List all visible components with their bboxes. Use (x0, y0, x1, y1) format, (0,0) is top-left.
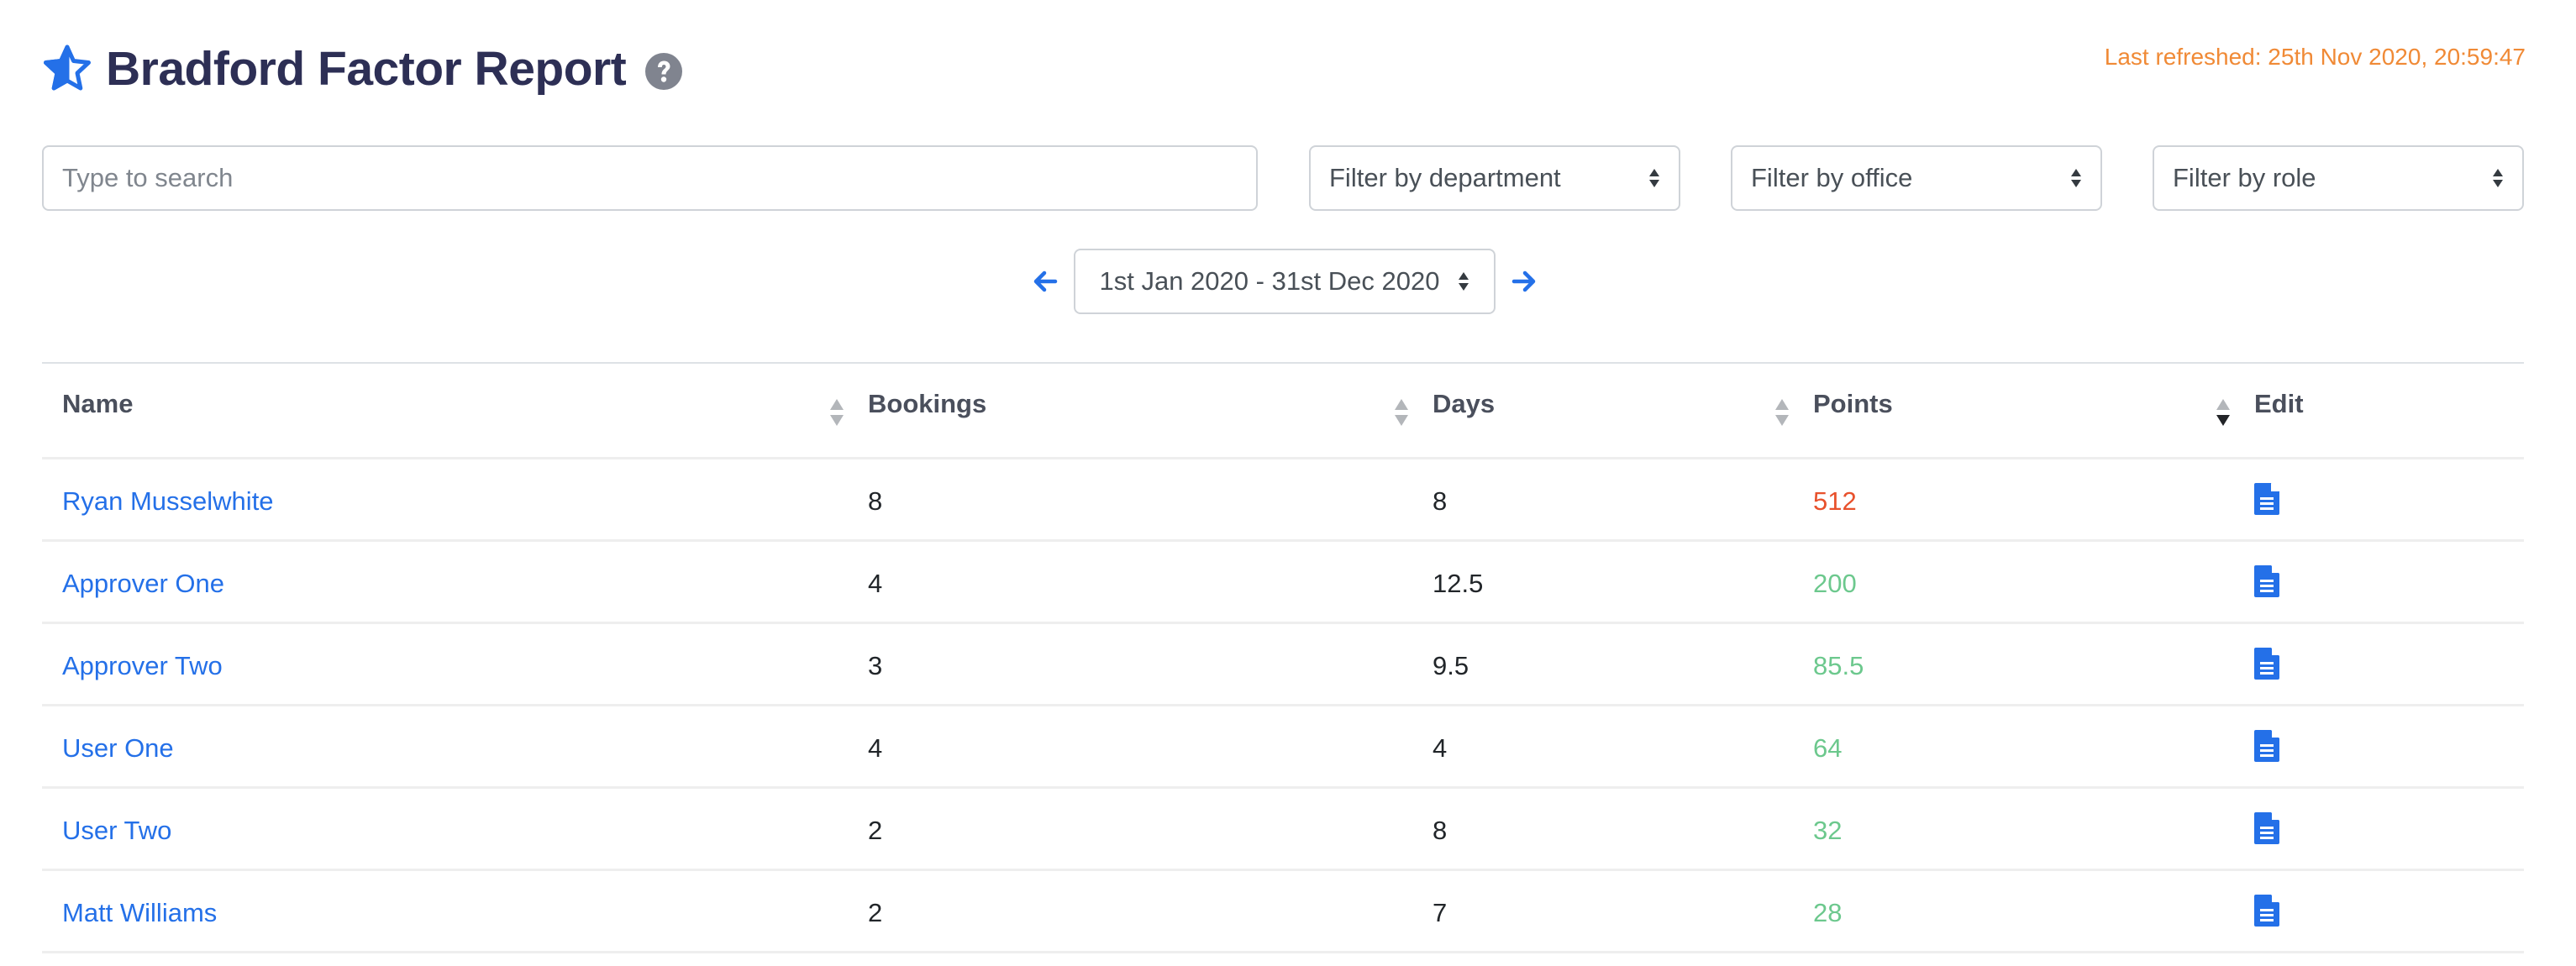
days-value: 8 (1433, 486, 1448, 516)
points-value: 28 (1813, 898, 1843, 927)
file-text-icon[interactable] (2254, 812, 2279, 844)
employee-name-link[interactable]: Approver One (62, 569, 224, 599)
file-text-icon[interactable] (2254, 730, 2279, 762)
star-half-icon (44, 45, 91, 91)
sort-icon[interactable] (1774, 397, 1790, 428)
file-text-icon[interactable] (2254, 483, 2279, 515)
sort-icon[interactable] (1393, 397, 1410, 428)
office-filter-label: Filter by office (1751, 163, 1913, 192)
table-row: Ryan Musselwhite 8 8 512 (42, 459, 2524, 542)
sort-updown-icon (1649, 169, 1659, 187)
bookings-value: 8 (868, 486, 883, 516)
question-circle-icon[interactable] (644, 52, 683, 91)
table-header: Name Bookings Days Points Edit (42, 362, 2524, 459)
department-filter-select[interactable]: Filter by department (1309, 145, 1680, 211)
file-text-icon[interactable] (2254, 565, 2279, 597)
points-value: 32 (1813, 816, 1843, 845)
days-value: 7 (1433, 898, 1448, 927)
employee-name-link[interactable]: User Two (62, 816, 171, 846)
points-value: 200 (1813, 569, 1857, 598)
days-value: 4 (1433, 733, 1448, 763)
sort-icon[interactable] (828, 397, 845, 428)
table-row: Approver One 4 12.5 200 (42, 542, 2524, 624)
bookings-value: 4 (868, 569, 883, 598)
date-range-select[interactable]: 1st Jan 2020 - 31st Dec 2020 (1074, 249, 1496, 314)
table-row: Approver Two 3 9.5 85.5 (42, 624, 2524, 706)
page-header: Bradford Factor Report (40, 39, 683, 99)
sort-updown-icon (2071, 169, 2081, 187)
date-range-label: 1st Jan 2020 - 31st Dec 2020 (1099, 266, 1440, 296)
days-value: 9.5 (1433, 651, 1469, 680)
points-value: 85.5 (1813, 651, 1864, 680)
days-value: 8 (1433, 816, 1448, 845)
role-filter-select[interactable]: Filter by role (2153, 145, 2524, 211)
search-input[interactable] (42, 145, 1258, 211)
date-range-navigator: 1st Jan 2020 - 31st Dec 2020 (1028, 249, 1541, 314)
points-value: 64 (1813, 733, 1843, 763)
points-value: 512 (1813, 486, 1857, 516)
page-title: Bradford Factor Report (106, 42, 627, 96)
last-refreshed-timestamp: Last refreshed: 25th Nov 2020, 20:59:47 (2104, 44, 2526, 70)
employee-name-link[interactable]: Ryan Musselwhite (62, 486, 274, 517)
role-filter-label: Filter by role (2173, 163, 2316, 192)
bookings-value: 3 (868, 651, 883, 680)
table-body: Ryan Musselwhite 8 8 512 Approver One 4 … (42, 459, 2524, 953)
department-filter-label: Filter by department (1329, 163, 1561, 192)
file-text-icon[interactable] (2254, 895, 2279, 927)
arrow-left-icon (1033, 270, 1058, 292)
sort-descending-icon[interactable] (2215, 397, 2232, 428)
table-row: User One 4 4 64 (42, 706, 2524, 789)
employee-name-link[interactable]: Matt Williams (62, 898, 217, 928)
employee-name-link[interactable]: User One (62, 733, 174, 764)
employee-name-link[interactable]: Approver Two (62, 651, 223, 681)
sort-updown-icon (1459, 272, 1469, 291)
table-row: User Two 2 8 32 (42, 789, 2524, 871)
bookings-value: 2 (868, 898, 883, 927)
previous-period-button[interactable] (1028, 265, 1062, 298)
days-value: 12.5 (1433, 569, 1484, 598)
bradford-factor-table: Name Bookings Days Points Edit Ryan Muss… (42, 362, 2524, 953)
table-row: Matt Williams 2 7 28 (42, 871, 2524, 953)
office-filter-select[interactable]: Filter by office (1731, 145, 2102, 211)
next-period-button[interactable] (1507, 265, 1541, 298)
file-text-icon[interactable] (2254, 648, 2279, 680)
bookings-value: 4 (868, 733, 883, 763)
sort-updown-icon (2493, 169, 2503, 187)
arrow-right-icon (1511, 270, 1536, 292)
bookings-value: 2 (868, 816, 883, 845)
